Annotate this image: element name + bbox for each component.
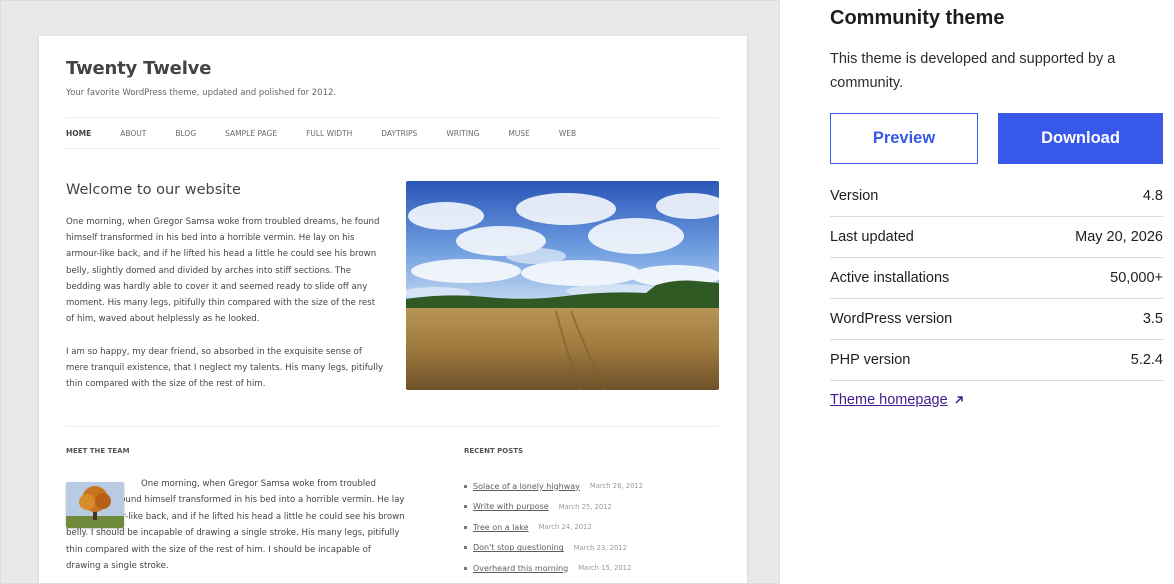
recent-post-link[interactable]: Overheard this morning — [473, 564, 568, 573]
recent-post-link[interactable]: Don't stop questioning — [473, 543, 564, 552]
list-item: Tree on a lake March 24, 2012 — [464, 517, 643, 538]
meta-value: 4.8 — [1142, 188, 1163, 204]
meta-row-php-version: PHP version 5.2.4 — [830, 340, 1163, 381]
recent-posts-title: RECENT POSTS — [464, 447, 524, 455]
meta-label: Active installations — [830, 270, 950, 286]
theme-meta-list: Version 4.8 Last updated May 20, 2026 Ac… — [830, 176, 1163, 381]
theme-homepage-link[interactable]: Theme homepage — [830, 392, 965, 408]
recent-post-link[interactable]: Tree on a lake — [473, 523, 529, 532]
meta-value: 50,000+ — [1110, 270, 1163, 286]
download-button[interactable]: Download — [998, 113, 1163, 164]
recent-post-date: March 28, 2012 — [589, 482, 644, 491]
meta-label: Version — [830, 188, 879, 204]
preview-button[interactable]: Preview — [830, 113, 978, 164]
nav-item-home[interactable]: HOME — [66, 129, 91, 138]
recent-post-date: March 23, 2012 — [573, 543, 627, 552]
nav-item-sample-page[interactable]: SAMPLE PAGE — [225, 129, 277, 138]
recent-posts-list: Solace of a lonely highway March 28, 201… — [464, 476, 643, 579]
meta-value: 3.5 — [1142, 311, 1163, 327]
panel-description: This theme is developed and supported by… — [830, 51, 1116, 91]
recent-post-link[interactable]: Solace of a lonely highway — [473, 482, 580, 491]
meta-row-active-installations: Active installations 50,000+ — [830, 258, 1163, 299]
site-title: Twenty Twelve — [66, 58, 212, 79]
recent-post-date: March 15, 2012 — [578, 564, 632, 573]
list-item: Write with purpose March 25, 2012 — [464, 497, 643, 518]
meta-label: WordPress version — [830, 311, 953, 327]
site-nav: HOME ABOUT BLOG SAMPLE PAGE FULL WIDTH D… — [66, 117, 719, 149]
second-paragraph: I am so happy, my dear friend, so absorb… — [66, 347, 384, 390]
hero-image-wheat-field — [406, 181, 719, 390]
welcome-heading: Welcome to our website — [66, 182, 241, 198]
recent-post-date: March 24, 2012 — [538, 523, 592, 532]
nav-item-about[interactable]: ABOUT — [120, 129, 146, 138]
panel-title: Community theme — [830, 7, 1005, 29]
nav-item-muse[interactable]: MUSE — [508, 129, 529, 138]
nav-item-full-width[interactable]: FULL WIDTH — [306, 129, 352, 138]
list-item: Overheard this morning March 15, 2012 — [464, 558, 643, 579]
recent-post-link[interactable]: Write with purpose — [473, 502, 549, 511]
team-tree-image — [66, 482, 124, 528]
section-divider — [66, 426, 719, 427]
theme-preview-site: Twenty Twelve Your favorite WordPress th… — [39, 36, 747, 583]
meta-label: Last updated — [830, 229, 914, 245]
list-item: Solace of a lonely highway March 28, 201… — [464, 476, 643, 497]
site-description: Your favorite WordPress theme, updated a… — [66, 88, 337, 98]
recent-post-date: March 25, 2012 — [558, 502, 612, 511]
meet-team-title: MEET THE TEAM — [66, 447, 130, 455]
list-item: Don't stop questioning March 23, 2012 — [464, 538, 643, 559]
theme-info-panel: Community theme This theme is developed … — [830, 0, 1163, 584]
intro-paragraph: One morning, when Gregor Samsa woke from… — [66, 217, 380, 325]
meta-value: May 20, 2026 — [1075, 229, 1163, 245]
meta-label: PHP version — [830, 352, 911, 368]
theme-screenshot: Twenty Twelve Your favorite WordPress th… — [0, 0, 780, 584]
theme-homepage-label: Theme homepage — [830, 392, 948, 408]
nav-item-web[interactable]: WEB — [559, 129, 576, 138]
meta-value: 5.2.4 — [1130, 352, 1163, 368]
meta-row-version: Version 4.8 — [830, 176, 1163, 217]
nav-item-writing[interactable]: WRITING — [446, 129, 479, 138]
nav-item-daytrips[interactable]: DAYTRIPS — [381, 129, 417, 138]
meta-row-last-updated: Last updated May 20, 2026 — [830, 217, 1163, 258]
meta-row-wordpress-version: WordPress version 3.5 — [830, 299, 1163, 340]
external-link-icon — [953, 394, 965, 406]
nav-item-blog[interactable]: BLOG — [175, 129, 196, 138]
